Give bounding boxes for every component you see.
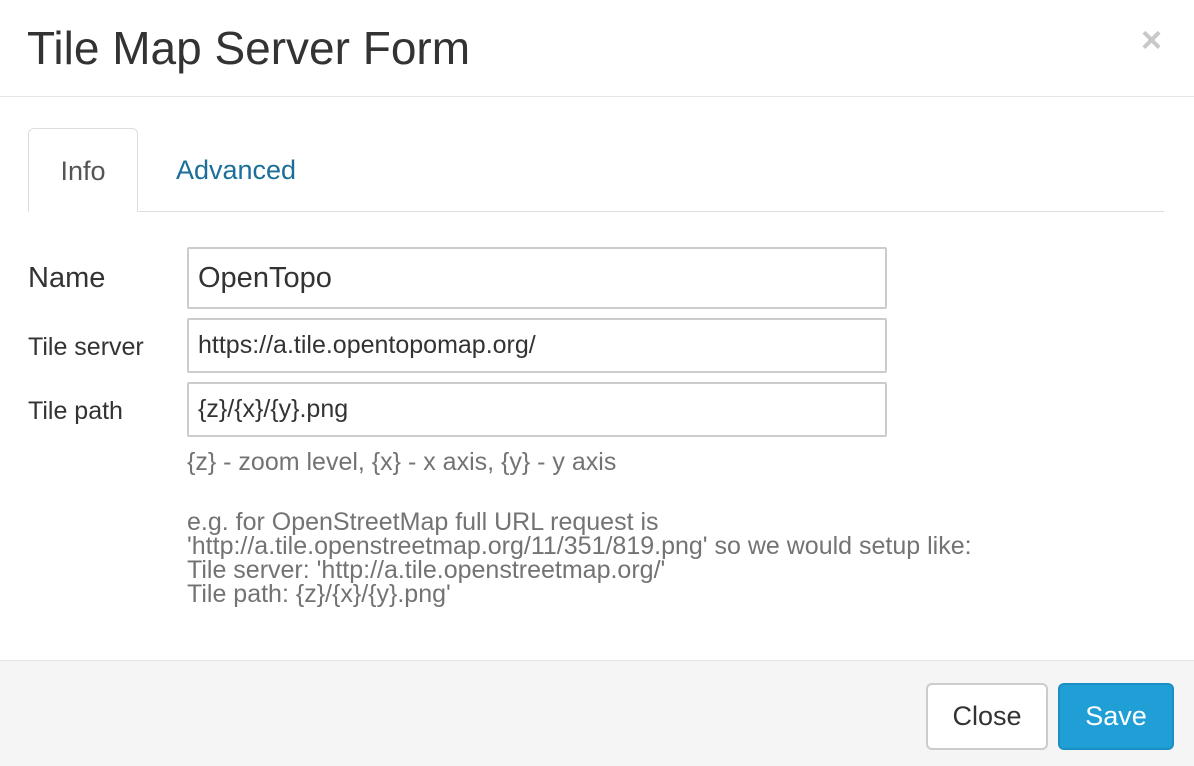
modal-footer: Close Save <box>0 660 1194 766</box>
tile-server-input[interactable] <box>187 318 887 373</box>
help-example-line: 'http://a.tile.openstreetmap.org/11/351/… <box>187 532 972 560</box>
tab-info[interactable]: Info <box>28 128 138 212</box>
tab-advanced[interactable]: Advanced <box>138 128 334 212</box>
tab-bar: Info Advanced <box>28 128 1164 212</box>
name-input[interactable] <box>187 247 887 309</box>
help-example-line: Tile server: 'http://a.tile.openstreetma… <box>187 556 666 584</box>
tile-server-label: Tile server <box>28 333 144 361</box>
save-button[interactable]: Save <box>1058 683 1174 750</box>
tile-path-label: Tile path <box>28 397 123 425</box>
tile-map-server-modal: Tile Map Server Form × Info Advanced Nam… <box>0 0 1194 766</box>
name-label: Name <box>28 262 106 294</box>
modal-header: Tile Map Server Form × <box>0 0 1194 97</box>
tile-path-input[interactable] <box>187 382 887 437</box>
tile-path-legend: {z} - zoom level, {x} - x axis, {y} - y … <box>187 448 617 476</box>
close-button[interactable]: Close <box>926 683 1048 750</box>
help-example-line: Tile path: {z}/{x}/{y}.png' <box>187 580 451 608</box>
close-icon[interactable]: × <box>1141 22 1162 58</box>
help-example-line: e.g. for OpenStreetMap full URL request … <box>187 508 659 536</box>
modal-title: Tile Map Server Form <box>27 22 471 74</box>
